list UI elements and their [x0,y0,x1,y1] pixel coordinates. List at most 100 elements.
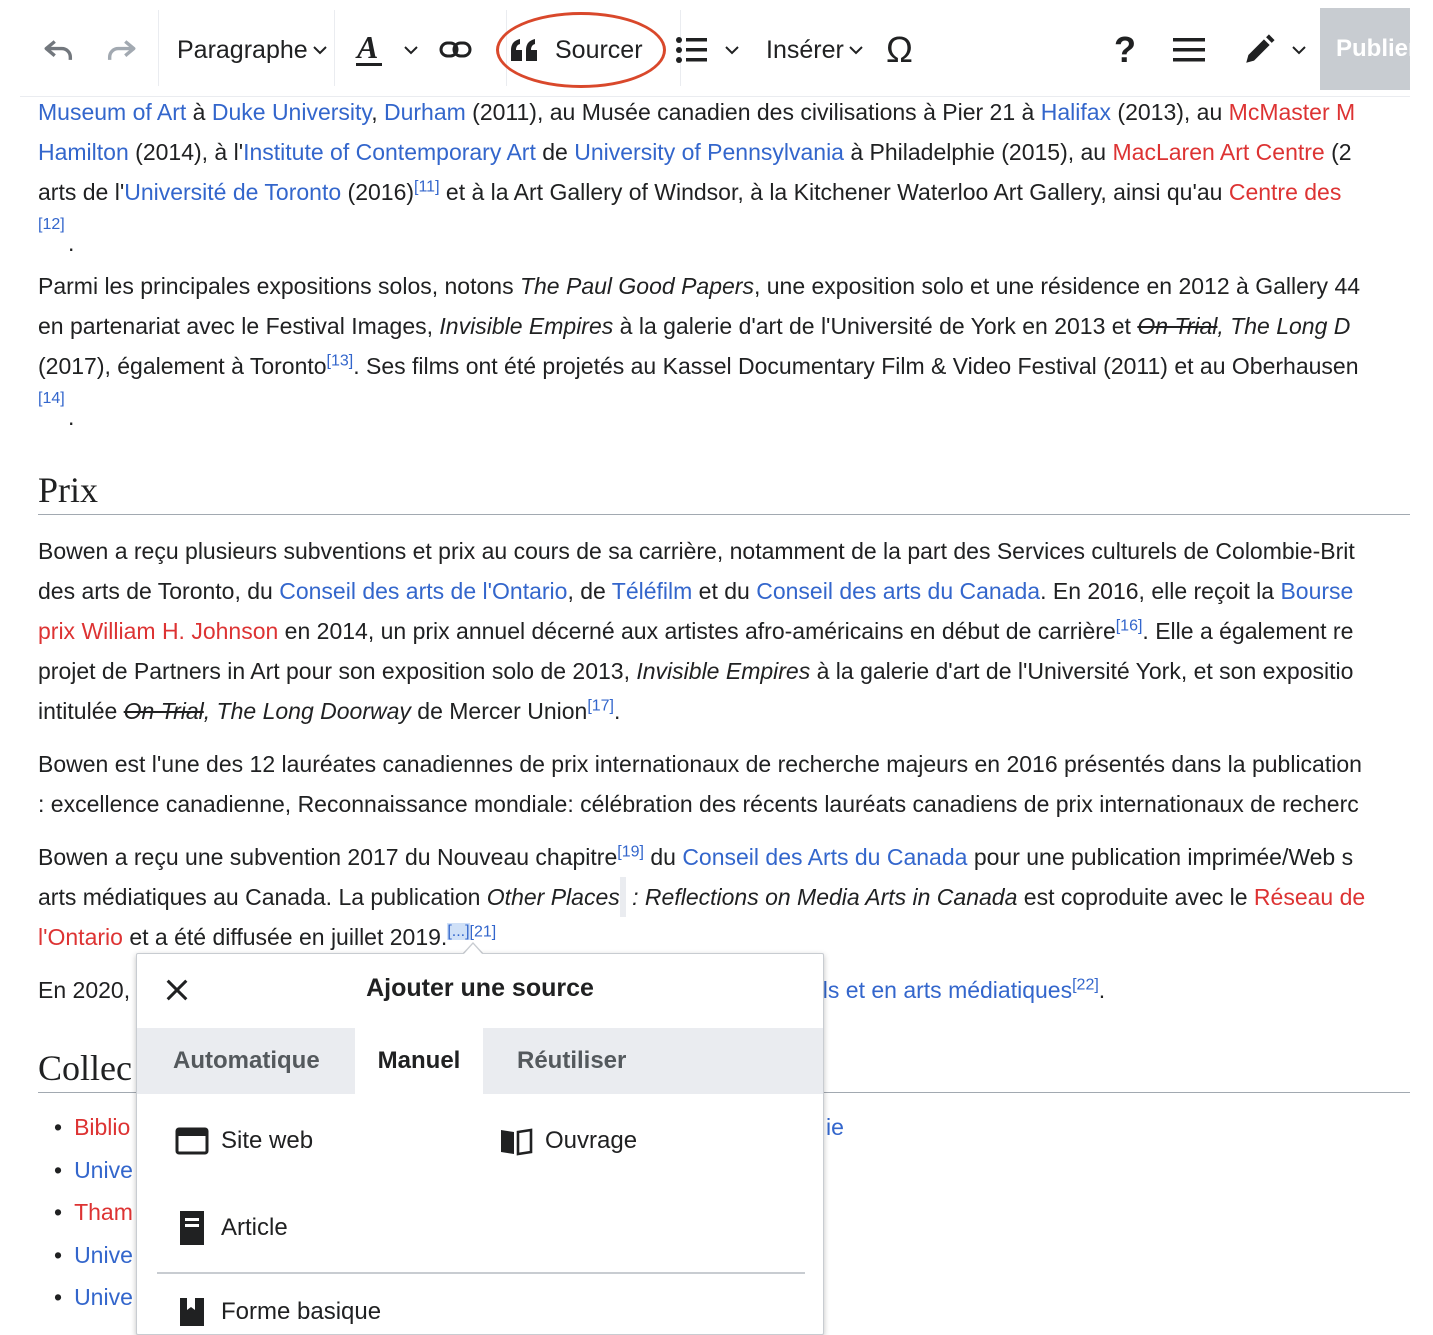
pencil-icon [1246,34,1275,63]
text: et a été diffusée en juillet 2019. [122,924,448,950]
work-title: : Reflections on Media Arts in Canada [625,884,1018,910]
text: intitulée [38,698,124,724]
help-icon: ? [1114,29,1136,70]
footnote-ref[interactable]: [16] [1116,617,1143,634]
bullet-list-icon [676,37,707,63]
text: (2013), au [1111,99,1229,125]
special-character-button[interactable]: Ω [886,20,913,80]
link-halifax[interactable]: Halifax [1041,99,1111,125]
redo-icon [107,40,136,60]
paragraph-grant: Bowen a reçu une subvention 2017 du Nouv… [38,837,1410,957]
work-title: , The Long D [1217,313,1351,339]
redlink-mcmaster[interactable]: McMaster M [1229,99,1356,125]
link-upenn[interactable]: University of Pennsylvania [574,139,844,165]
article-content: Museum of Art à Duke University, Durham … [38,92,1410,1093]
link-list-item[interactable]: Unive [74,1157,133,1183]
redlink-list-item[interactable]: Biblio [74,1114,130,1140]
help-button[interactable]: ? [1114,20,1136,80]
link-utoronto[interactable]: Université de Toronto [124,179,341,205]
section-heading-prix: Prix [38,470,99,510]
link-conseil-arts-canada[interactable]: Conseil des Arts du Canada [682,844,967,870]
footnote-ref[interactable]: [12] [38,216,65,233]
dialog-divider [157,1272,805,1274]
text: . Ses films ont été projetés au Kassel D… [353,353,1359,379]
text: , de [567,578,612,604]
link-ica[interactable]: Institute of Contemporary Art [243,139,536,165]
link-telefilm[interactable]: Téléfilm [612,578,693,604]
dialog-title: Ajouter une source [366,974,594,1002]
redlink-prix-johnson[interactable]: prix William H. Johnson [38,618,278,644]
footnote-ref[interactable]: [21] [470,923,497,940]
template-book[interactable]: Ouvrage [499,1126,637,1156]
text-style-dropdown[interactable]: A [354,20,420,80]
publish-button[interactable]: Publier [1320,8,1410,90]
undo-button[interactable] [42,20,76,80]
text: , une exposition solo et une résidence e… [753,273,1361,299]
chevron-down-icon [1292,46,1306,55]
link-museum[interactable]: Museum of Art [38,99,186,125]
link-duke[interactable]: Duke University [212,99,371,125]
menu-icon [1173,38,1205,62]
footnote-ref[interactable]: [11] [414,178,440,195]
text: . En 2016, elle reçoit la [1040,578,1281,604]
link-conseil-canada[interactable]: Conseil des arts du Canada [756,578,1040,604]
struck-text: On Trial [1137,313,1218,339]
tab-reutiliser[interactable]: Réutiliser [495,1028,648,1094]
footnote-ref[interactable]: [22] [1072,976,1099,993]
page-options-button[interactable] [1172,20,1206,80]
redlink-maclaren[interactable]: MacLaren Art Centre [1113,139,1325,165]
text: Parmi les principales expositions solos,… [38,273,520,299]
template-website-label: Site web [221,1127,314,1154]
new-citation-placeholder[interactable]: [...] [447,923,470,941]
link-conseil-ontario[interactable]: Conseil des arts de l'Ontario [279,578,567,604]
link-list-item[interactable]: Unive [74,1284,133,1310]
list-dropdown[interactable] [675,20,741,80]
omega-icon: Ω [886,29,913,70]
redlink-centre[interactable]: Centre des [1229,179,1342,205]
redlink-list-item[interactable]: Tham [74,1199,133,1225]
footnote-ref[interactable]: [14] [38,390,65,407]
text: , [371,99,384,125]
link-hamilton[interactable]: Hamilton [38,139,129,165]
tab-automatique[interactable]: Automatique [151,1028,342,1094]
highlight-annotation [496,12,666,88]
chevron-down-icon [404,46,418,55]
work-title: , The Long Doorway [203,698,411,724]
footnote-ref[interactable]: [17] [587,697,614,714]
link-list-item[interactable]: Unive [74,1242,133,1268]
footnote-ref[interactable]: [13] [327,352,354,369]
struck-text: On Trial [123,698,204,724]
template-basic[interactable]: Forme basique [175,1296,381,1328]
book-icon [501,1128,533,1156]
tab-manuel[interactable]: Manuel [355,1028,483,1094]
text-style-icon: A [355,30,382,66]
redlink-ontario[interactable]: l'Ontario [38,924,123,950]
link-list-item-tail[interactable]: ie [826,1114,844,1141]
text: en partenariat avec le Festival Images, [38,313,440,339]
edit-mode-dropdown[interactable] [1242,20,1308,80]
journal-icon [180,1211,204,1245]
basic-reference-icon [180,1298,204,1326]
text: est coproduite avec le [1017,884,1254,910]
citation-tabs: Automatique Manuel Réutiliser [137,1028,823,1094]
link-bourse[interactable]: Bourse [1280,578,1353,604]
insert-label: Insérer [766,35,844,64]
work-title: Invisible Empires [636,658,811,684]
work-title: Other Places [486,884,620,910]
chevron-down-icon [312,46,327,55]
chevron-down-icon [849,46,863,55]
link-arts-mediatiques[interactable]: els et en arts médiatiques [810,977,1072,1003]
redo-button[interactable] [104,20,138,80]
footnote-ref[interactable]: [19] [617,843,644,860]
template-article[interactable]: Article [175,1210,288,1246]
text: . [1098,977,1106,1003]
dialog-pointer-inner [463,944,483,955]
link-button[interactable] [438,20,474,80]
link-durham[interactable]: Durham [384,99,466,125]
template-website[interactable]: Site web [175,1126,313,1156]
redlink-reseau[interactable]: Réseau de [1254,884,1365,910]
text: Bowen a reçu une subvention 2017 du Nouv… [38,844,618,870]
insert-dropdown[interactable]: Insérer [766,20,865,80]
text: (2016) [341,179,415,205]
paragraph-format-dropdown[interactable]: Paragraphe [177,20,329,80]
